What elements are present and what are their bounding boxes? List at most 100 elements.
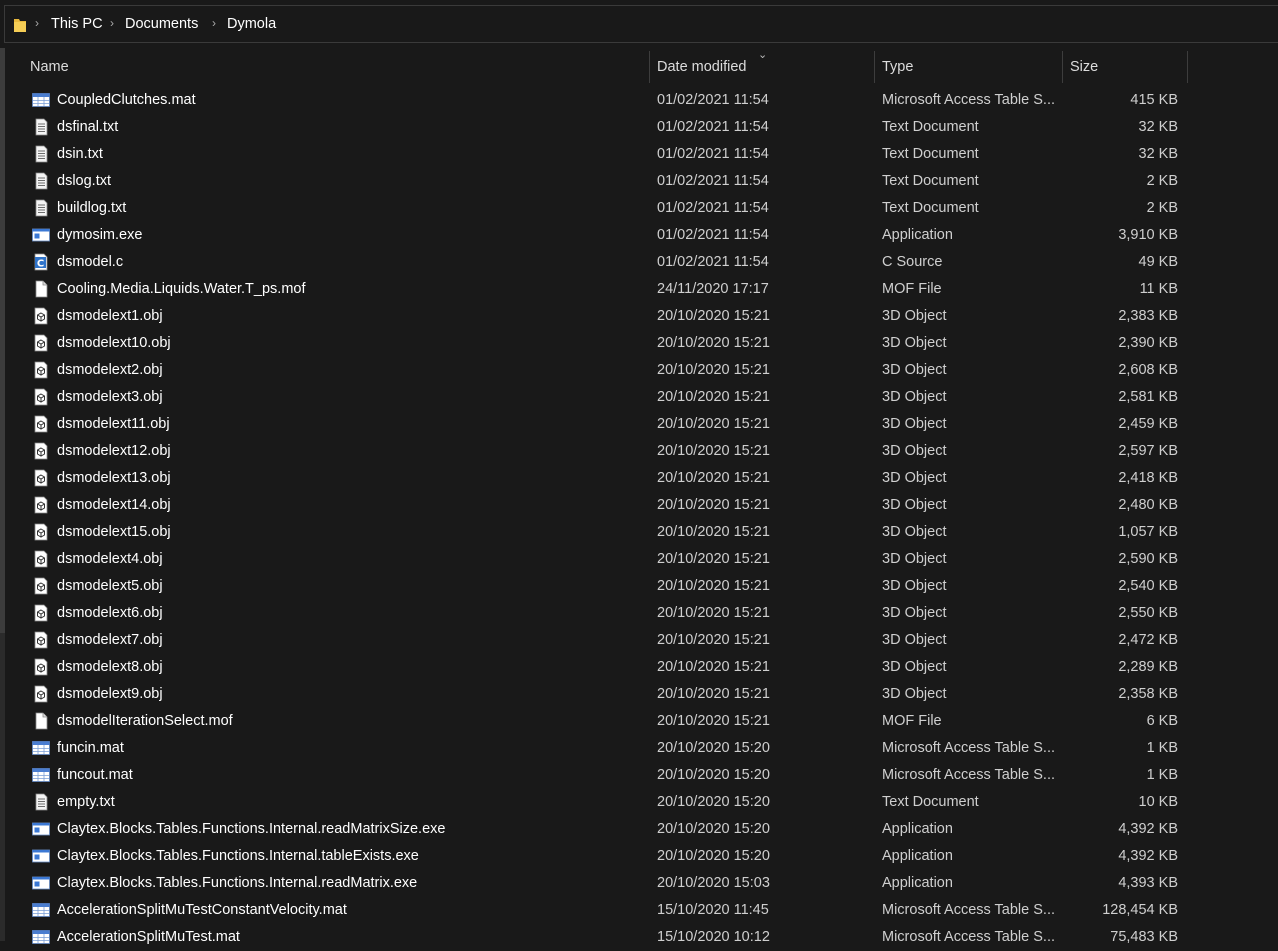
file-size: 128,454 KB [1102, 902, 1178, 918]
file-row[interactable]: CoupledClutches.mat 01/02/2021 11:54 Micro… [5, 87, 1278, 114]
breadcrumb-documents[interactable]: Documents [125, 16, 198, 32]
file-type: Application [882, 821, 953, 837]
file-type: 3D Object [882, 308, 947, 324]
file-row[interactable]: funcout.mat 20/10/2020 15:20 Microsoft Acc… [5, 762, 1278, 789]
3d-object-icon [32, 469, 50, 487]
file-size: 2,459 KB [1118, 416, 1178, 432]
file-size: 2,358 KB [1118, 686, 1178, 702]
application-icon [32, 226, 50, 244]
file-size: 75,483 KB [1110, 929, 1178, 945]
application-icon [32, 820, 50, 838]
file-row[interactable]: dsmodelext8.obj 20/10/2020 15:21 3D Object… [5, 654, 1278, 681]
column-header-type[interactable]: Type [882, 59, 913, 75]
3d-object-icon [32, 658, 50, 676]
file-row[interactable]: dsin.txt 01/02/2021 11:54 Text Document 32 … [5, 141, 1278, 168]
file-date-modified: 20/10/2020 15:21 [657, 524, 770, 540]
breadcrumb-separator[interactable]: › [35, 16, 39, 30]
column-header-size[interactable]: Size [1070, 59, 1098, 75]
file-name: dsmodelext10.obj [57, 335, 171, 351]
text-file-icon [32, 145, 50, 163]
file-type: MOF File [882, 281, 942, 297]
column-header-name[interactable]: Name [30, 59, 69, 75]
file-row[interactable]: dsfinal.txt 01/02/2021 11:54 Text Document… [5, 114, 1278, 141]
file-row[interactable]: empty.txt 20/10/2020 15:20 Text Document 10… [5, 789, 1278, 816]
file-name: dsmodelext8.obj [57, 659, 163, 675]
folder-icon [14, 19, 26, 32]
file-row[interactable]: dymosim.exe 01/02/2021 11:54 Application 3,… [5, 222, 1278, 249]
file-name: empty.txt [57, 794, 115, 810]
file-size: 2,608 KB [1118, 362, 1178, 378]
file-date-modified: 20/10/2020 15:21 [657, 416, 770, 432]
file-name: dsmodelext14.obj [57, 497, 171, 513]
column-header-date-modified[interactable]: Date modified [657, 59, 746, 75]
file-row[interactable]: dsmodelext2.obj 20/10/2020 15:21 3D Object… [5, 357, 1278, 384]
file-name: dsmodelext13.obj [57, 470, 171, 486]
file-row[interactable]: AccelerationSplitMuTest.mat 15/10/2020 10… [5, 924, 1278, 951]
file-row[interactable]: AccelerationSplitMuTestConstantVelocity.… [5, 897, 1278, 924]
file-row[interactable]: dslog.txt 01/02/2021 11:54 Text Document 2 … [5, 168, 1278, 195]
file-row[interactable]: Cdsmodel.c 01/02/2021 11:54 C Source 49 KB [5, 249, 1278, 276]
file-type: C Source [882, 254, 943, 270]
breadcrumb-separator[interactable]: › [110, 16, 114, 30]
breadcrumb-this-pc[interactable]: This PC [51, 16, 103, 32]
file-type: 3D Object [882, 686, 947, 702]
file-name: Claytex.Blocks.Tables.Functions.Internal… [57, 821, 446, 837]
file-date-modified: 20/10/2020 15:21 [657, 686, 770, 702]
file-row[interactable]: dsmodelext12.obj 20/10/2020 15:21 3D Objec… [5, 438, 1278, 465]
3d-object-icon [32, 442, 50, 460]
file-date-modified: 20/10/2020 15:20 [657, 740, 770, 756]
file-row[interactable]: Cooling.Media.Liquids.Water.T_ps.mof 24/1… [5, 276, 1278, 303]
file-name: Claytex.Blocks.Tables.Functions.Internal… [57, 848, 419, 864]
file-name: dsmodelext6.obj [57, 605, 163, 621]
file-date-modified: 20/10/2020 15:21 [657, 551, 770, 567]
breadcrumb-dymola[interactable]: Dymola [227, 16, 276, 32]
file-row[interactable]: dsmodelext10.obj 20/10/2020 15:21 3D Objec… [5, 330, 1278, 357]
file-row[interactable]: funcin.mat 20/10/2020 15:20 Microsoft Acce… [5, 735, 1278, 762]
file-date-modified: 20/10/2020 15:21 [657, 470, 770, 486]
address-bar: › This PC › Documents › Dymola [0, 0, 1278, 48]
file-type: 3D Object [882, 470, 947, 486]
file-type: 3D Object [882, 335, 947, 351]
file-row[interactable]: dsmodelext3.obj 20/10/2020 15:21 3D Object… [5, 384, 1278, 411]
file-row[interactable]: dsmodelext7.obj 20/10/2020 15:21 3D Object… [5, 627, 1278, 654]
file-row[interactable]: dsmodelext6.obj 20/10/2020 15:21 3D Object… [5, 600, 1278, 627]
file-size: 2,289 KB [1118, 659, 1178, 675]
file-row[interactable]: dsmodelIterationSelect.mof 20/10/2020 15:… [5, 708, 1278, 735]
address-field[interactable]: › This PC › Documents › Dymola [4, 5, 1278, 43]
breadcrumb-separator[interactable]: › [212, 16, 216, 30]
file-row[interactable]: dsmodelext15.obj 20/10/2020 15:21 3D Objec… [5, 519, 1278, 546]
text-file-icon [32, 793, 50, 811]
file-name: dsmodelext15.obj [57, 524, 171, 540]
file-size: 2,581 KB [1118, 389, 1178, 405]
file-row[interactable]: Claytex.Blocks.Tables.Functions.Internal… [5, 843, 1278, 870]
file-type: Application [882, 227, 953, 243]
file-date-modified: 20/10/2020 15:21 [657, 713, 770, 729]
file-row[interactable]: dsmodelext1.obj 20/10/2020 15:21 3D Object… [5, 303, 1278, 330]
blank-file-icon [32, 280, 50, 298]
column-divider[interactable] [649, 51, 650, 83]
file-name: AccelerationSplitMuTest.mat [57, 929, 240, 945]
file-row[interactable]: dsmodelext13.obj 20/10/2020 15:21 3D Objec… [5, 465, 1278, 492]
column-divider[interactable] [1187, 51, 1188, 83]
3d-object-icon [32, 388, 50, 406]
file-row[interactable]: Claytex.Blocks.Tables.Functions.Internal… [5, 816, 1278, 843]
file-row[interactable]: dsmodelext4.obj 20/10/2020 15:21 3D Object… [5, 546, 1278, 573]
file-size: 2,590 KB [1118, 551, 1178, 567]
file-size: 2,480 KB [1118, 497, 1178, 513]
3d-object-icon [32, 631, 50, 649]
file-name: dsmodelext2.obj [57, 362, 163, 378]
file-row[interactable]: buildlog.txt 01/02/2021 11:54 Text Documen… [5, 195, 1278, 222]
file-row[interactable]: Claytex.Blocks.Tables.Functions.Internal… [5, 870, 1278, 897]
file-date-modified: 01/02/2021 11:54 [657, 227, 769, 243]
column-divider[interactable] [874, 51, 875, 83]
file-name: dsmodelext4.obj [57, 551, 163, 567]
file-row[interactable]: dsmodelext14.obj 20/10/2020 15:21 3D Objec… [5, 492, 1278, 519]
file-row[interactable]: dsmodelext11.obj 20/10/2020 15:21 3D Objec… [5, 411, 1278, 438]
file-row[interactable]: dsmodelext9.obj 20/10/2020 15:21 3D Object… [5, 681, 1278, 708]
file-type: 3D Object [882, 524, 947, 540]
file-row[interactable]: dsmodelext5.obj 20/10/2020 15:21 3D Object… [5, 573, 1278, 600]
table-file-icon [32, 91, 50, 109]
file-type: Application [882, 875, 953, 891]
file-type: 3D Object [882, 362, 947, 378]
column-divider[interactable] [1062, 51, 1063, 83]
